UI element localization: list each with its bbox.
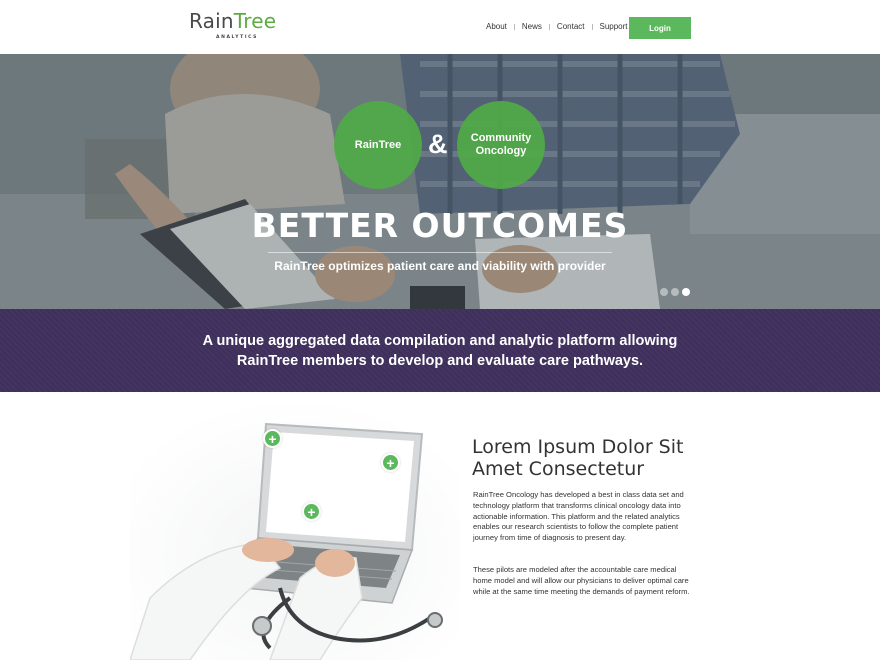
main-nav: About News Contact Support (486, 22, 628, 31)
slide-dot-3[interactable] (682, 288, 690, 296)
nav-divider (548, 23, 550, 30)
mission-band: A unique aggregated data compilation and… (0, 309, 880, 392)
laptop-illustration (129, 398, 460, 660)
nav-about[interactable]: About (486, 22, 507, 31)
laptop-stethoscope-illustration: + + + (129, 398, 460, 660)
nav-divider (591, 23, 593, 30)
nav-support[interactable]: Support (600, 22, 628, 31)
logo-word-rain: Rain (189, 9, 234, 33)
content-paragraph-2: These pilots are modeled after the accou… (473, 565, 690, 596)
nav-news[interactable]: News (522, 22, 542, 31)
plus-icon[interactable]: + (302, 502, 321, 521)
community-oncology-label: Community Oncology (470, 132, 532, 157)
site-header: RainTree ANALYTICS About News Contact Su… (0, 0, 880, 54)
content-paragraph-1: RainTree Oncology has developed a best i… (473, 490, 684, 543)
slide-dot-1[interactable] (660, 288, 668, 296)
community-oncology-circle: Community Oncology (457, 101, 545, 189)
raintree-logo[interactable]: RainTree ANALYTICS (189, 10, 281, 42)
slide-dot-2[interactable] (671, 288, 679, 296)
slider-dots (660, 288, 690, 296)
logo-word-tree: Tree (233, 9, 277, 33)
logo-tagline: ANALYTICS (216, 35, 258, 40)
login-button[interactable]: Login (629, 17, 691, 39)
content-heading: Lorem Ipsum Dolor Sit Amet Consectetur (472, 436, 684, 480)
mission-statement: A unique aggregated data compilation and… (202, 332, 678, 369)
hero-title: BETTER OUTCOMES (251, 206, 629, 245)
nav-divider (513, 23, 515, 30)
hero-banner: RainTree & Community Oncology BETTER OUT… (0, 54, 880, 309)
raintree-circle: RainTree (334, 101, 422, 189)
hero-divider (268, 252, 612, 253)
hero-subtitle: RainTree optimizes patient care and viab… (274, 259, 606, 273)
logo-wordmark: RainTree (189, 10, 281, 32)
nav-contact[interactable]: Contact (557, 22, 585, 31)
plus-icon[interactable]: + (263, 429, 282, 448)
ampersand: & (428, 129, 448, 159)
plus-icon[interactable]: + (381, 453, 400, 472)
